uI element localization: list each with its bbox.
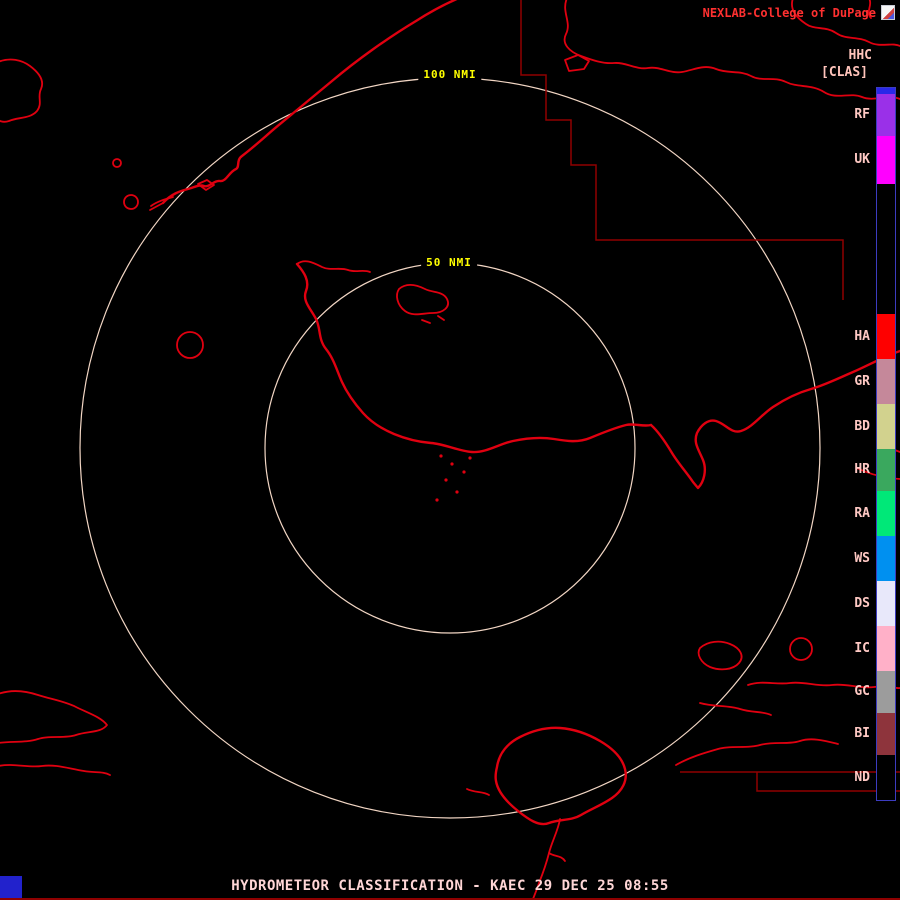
coastline-northwest-arc	[163, 0, 459, 203]
product-mode-label: [CLAS]	[821, 65, 868, 80]
island-southeast	[699, 642, 742, 670]
legend-segment-uk	[877, 136, 895, 184]
coastline-south-fragment	[467, 789, 489, 795]
range-label-50nmi: 50 NMI	[421, 255, 477, 270]
island-circle-1	[124, 195, 138, 209]
legend-label-uk: UK	[836, 152, 870, 168]
coastline-southeast-2	[700, 703, 771, 715]
legend-label-gc: GC	[836, 684, 870, 700]
legend-labels: RF UK HA GR BD HR RA WS DS IC GC BI ND	[836, 88, 870, 800]
legend-segment-ha	[877, 314, 895, 359]
coastlines	[0, 0, 900, 899]
legend-label-gr: GR	[836, 374, 870, 390]
legend-label-ws: WS	[836, 551, 870, 567]
island-circle-2	[177, 332, 203, 358]
legend-segment-ic	[877, 626, 895, 671]
legend-label-ds: DS	[836, 596, 870, 612]
nexlab-logo-icon	[881, 5, 895, 20]
legend-segment-nd	[877, 755, 895, 800]
site-header: NEXLAB-College of DuPage	[703, 5, 895, 20]
island-circle-3	[113, 159, 121, 167]
range-label-100nmi: 100 NMI	[418, 67, 481, 82]
legend-label-nd: ND	[836, 770, 870, 786]
legend-label-bi: BI	[836, 726, 870, 742]
legend-segment-gr	[877, 359, 895, 404]
island-southwest	[0, 691, 107, 743]
legend-segment-gc	[877, 671, 895, 713]
legend-segment-hr	[877, 449, 895, 491]
island-north	[397, 285, 448, 315]
legend-label-ha: HA	[836, 329, 870, 345]
legend-segment-ra	[877, 491, 895, 536]
county-boundary-north	[521, 0, 843, 300]
radar-display: 100 NMI 50 NMI NEXLAB-College of DuPage …	[0, 0, 900, 900]
legend-segment-gap	[877, 184, 895, 314]
legend-segment-ds	[877, 581, 895, 626]
legend-label-bd: BD	[836, 419, 870, 435]
radar-map	[0, 0, 900, 900]
footer-left-marker	[0, 876, 22, 898]
legend-label-ra: RA	[836, 506, 870, 522]
legend-segment-ws	[877, 536, 895, 581]
island-fragments	[422, 316, 444, 323]
coastline-southwest	[0, 765, 110, 775]
coastline-north-inlet	[297, 261, 370, 272]
legend-segment-bi	[877, 713, 895, 755]
legend-segment-rf	[877, 94, 895, 136]
island-circle-4	[790, 638, 812, 660]
legend-label-rf: RF	[836, 107, 870, 123]
coastline-spit	[150, 197, 173, 210]
legend-label-ic: IC	[836, 641, 870, 657]
footer-title: HYDROMETEOR CLASSIFICATION - KAEC 29 DEC…	[0, 878, 900, 894]
legend-label-hr: HR	[836, 462, 870, 478]
product-code-label: HHC	[849, 48, 872, 63]
site-title: NEXLAB-College of DuPage	[703, 6, 876, 20]
legend-segment-bd	[877, 404, 895, 449]
legend-colorbar	[876, 87, 896, 801]
island-south	[496, 728, 626, 824]
island-specks	[435, 454, 471, 501]
island-northwest	[0, 59, 42, 121]
island-south-branch	[549, 853, 565, 861]
coastline-southeast-3	[676, 739, 838, 765]
